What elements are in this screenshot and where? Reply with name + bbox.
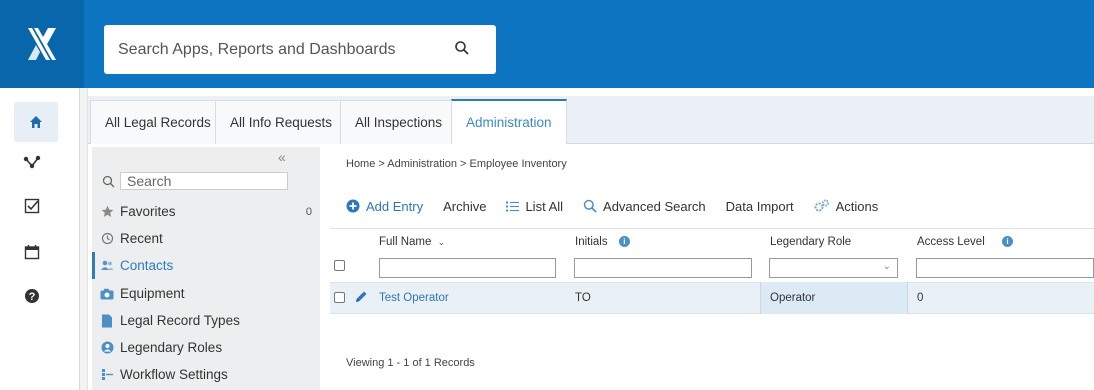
archive-button[interactable]: Archive [443, 199, 486, 214]
logo-x-icon [28, 28, 56, 60]
info-icon[interactable]: i [618, 236, 630, 248]
gears-icon [814, 199, 830, 213]
search-icon [102, 175, 115, 188]
collapse-sidebar-icon[interactable]: « [278, 149, 286, 165]
sidebar-item-legal-record-types[interactable]: Legal Record Types [92, 307, 320, 334]
roles-icon [100, 341, 114, 355]
left-rail: ? [0, 88, 80, 390]
rail-workflow[interactable] [16, 146, 48, 178]
list-all-button[interactable]: List All [506, 199, 563, 214]
full-name-filter-input[interactable] [379, 258, 556, 278]
svg-text:?: ? [29, 291, 36, 303]
select-all-checkbox[interactable] [334, 260, 345, 271]
edit-pencil-icon[interactable] [354, 290, 368, 304]
chevron-down-icon: ⌄ [882, 261, 891, 272]
grid-top-border [330, 228, 1094, 229]
sidebar-search-input[interactable] [120, 172, 288, 190]
column-header-access-level[interactable]: Access Level i [917, 236, 1013, 248]
favorites-count: 0 [305, 205, 312, 218]
initials-filter-input[interactable] [574, 258, 752, 278]
add-entry-button[interactable]: Add Entry [346, 199, 423, 214]
data-import-button[interactable]: Data Import [726, 199, 794, 214]
tab-bar: All Legal Records All Info Requests All … [88, 96, 1094, 144]
checkbox-icon [24, 198, 40, 214]
sidebar-item-recent[interactable]: Recent [92, 225, 320, 252]
record-count: Viewing 1 - 1 of 1 Records [346, 357, 475, 369]
search-icon [583, 199, 597, 213]
workflow-settings-icon [100, 368, 114, 382]
info-icon[interactable]: i [1001, 236, 1013, 248]
global-search-input[interactable] [118, 40, 448, 59]
access-level-cell: 0 [917, 292, 924, 304]
access-level-filter-input[interactable] [916, 258, 1094, 278]
rail-divider [80, 88, 88, 390]
list-icon [506, 201, 520, 212]
sidebar-search[interactable] [100, 172, 290, 192]
rail-calendar[interactable] [16, 236, 48, 268]
app-logo[interactable] [0, 0, 84, 88]
sidebar-item-contacts[interactable]: Contacts [92, 252, 320, 279]
legendary-role-cell: Operator [770, 292, 816, 304]
toolbar: Add Entry Archive List All Advanced Sear… [346, 196, 898, 216]
home-icon [30, 116, 42, 128]
tab-all-info-requests[interactable]: All Info Requests [215, 100, 348, 144]
breadcrumb[interactable]: Home > Administration > Employee Invento… [346, 158, 567, 170]
sidebar-item-workflow-settings[interactable]: Workflow Settings [92, 361, 320, 388]
calendar-icon [24, 245, 40, 260]
sidebar-item-equipment[interactable]: Equipment [92, 280, 320, 307]
rail-tasks[interactable] [16, 190, 48, 222]
help-icon: ? [25, 289, 39, 303]
star-icon [100, 205, 114, 219]
top-bar [0, 0, 1094, 88]
rail-home[interactable] [14, 102, 58, 142]
sidebar: « Favorites 0 Recent Contacts Equipment [92, 147, 320, 390]
sidebar-item-legendary-roles[interactable]: Legendary Roles [92, 334, 320, 361]
tab-all-inspections[interactable]: All Inspections [340, 100, 458, 144]
workflow-icon [23, 155, 41, 169]
sidebar-item-favorites[interactable]: Favorites 0 [92, 198, 320, 225]
search-icon[interactable] [454, 40, 470, 56]
document-icon [100, 314, 114, 328]
rail-help[interactable]: ? [16, 280, 48, 312]
actions-button[interactable]: Actions [814, 199, 878, 214]
history-icon [100, 232, 114, 246]
column-header-initials[interactable]: Initials i [575, 236, 630, 248]
tab-all-legal-records[interactable]: All Legal Records [90, 100, 226, 144]
column-header-full-name[interactable]: Full Name ⌄ [379, 236, 445, 248]
advanced-search-button[interactable]: Advanced Search [583, 199, 706, 214]
global-search[interactable] [104, 25, 496, 74]
sort-chevron-down-icon[interactable]: ⌄ [438, 237, 446, 247]
contacts-icon [100, 259, 114, 273]
camera-icon [100, 287, 114, 301]
column-header-legendary-role[interactable]: Legendary Role [770, 236, 851, 248]
full-name-link[interactable]: Test Operator [379, 292, 449, 304]
legendary-role-filter-select[interactable]: ⌄ [769, 258, 898, 278]
initials-cell: TO [575, 292, 591, 304]
tab-administration[interactable]: Administration [451, 99, 567, 144]
row-checkbox[interactable] [334, 292, 345, 303]
plus-circle-icon [346, 199, 360, 213]
